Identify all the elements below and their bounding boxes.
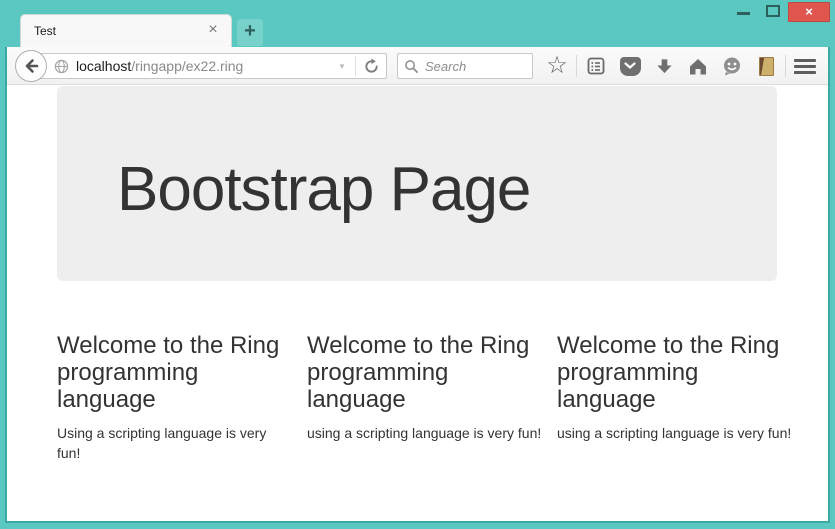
pocket-button[interactable]	[613, 50, 647, 82]
menu-button[interactable]	[788, 50, 822, 82]
column-heading: Welcome to the Ring programming language	[557, 332, 792, 413]
new-tab-button[interactable]: +	[237, 19, 263, 46]
title-bar: Test × + ×	[0, 0, 835, 47]
hello-button[interactable]	[715, 50, 749, 82]
toolbar-icons: ☆	[540, 47, 822, 85]
bookmark-star-button[interactable]: ☆	[540, 50, 574, 82]
reload-icon	[363, 58, 380, 75]
url-domain: localhost	[76, 58, 131, 74]
column-text: using a scripting language is very fun!	[557, 423, 792, 443]
home-icon	[688, 57, 708, 76]
browser-window: Test × + × l	[0, 0, 835, 529]
globe-icon	[54, 59, 69, 74]
navigation-toolbar: localhost/ringapp/ex22.ring ▼	[7, 47, 828, 85]
reload-button[interactable]	[356, 58, 386, 75]
bookmark-star-icon: ☆	[546, 55, 568, 77]
bookmarks-menu-button[interactable]	[579, 50, 613, 82]
maximize-button[interactable]	[766, 5, 780, 17]
page-title: Bootstrap Page	[117, 154, 530, 225]
window-frame: localhost/ringapp/ex22.ring ▼	[5, 47, 830, 523]
search-input[interactable]	[425, 59, 526, 74]
url-dropdown-icon[interactable]: ▼	[329, 62, 355, 71]
url-path: /ringapp/ex22.ring	[131, 58, 243, 74]
feature-column-3: Welcome to the Ring programming language…	[557, 332, 792, 443]
tab-close-icon[interactable]: ×	[203, 19, 223, 41]
jumbotron: Bootstrap Page	[57, 86, 777, 281]
bookmarks-clipboard-icon	[586, 56, 606, 76]
tab-title: Test	[34, 24, 56, 38]
home-button[interactable]	[681, 50, 715, 82]
toolbar-separator	[785, 55, 786, 77]
toolbar-separator	[576, 55, 577, 77]
pocket-icon	[620, 57, 641, 76]
browser-tab[interactable]: Test ×	[20, 14, 232, 47]
close-button[interactable]: ×	[788, 2, 830, 22]
back-arrow-icon	[22, 57, 40, 75]
download-arrow-icon	[655, 57, 674, 76]
feature-column-1: Welcome to the Ring programming language…	[57, 332, 292, 463]
column-heading: Welcome to the Ring programming language	[307, 332, 542, 413]
back-button[interactable]	[15, 50, 47, 82]
minimize-button[interactable]	[737, 12, 750, 15]
download-button[interactable]	[647, 50, 681, 82]
column-heading: Welcome to the Ring programming language	[57, 332, 292, 413]
search-icon	[404, 59, 419, 74]
addon-button[interactable]	[749, 50, 783, 82]
hamburger-menu-icon	[794, 59, 816, 74]
url-bar[interactable]: localhost/ringapp/ex22.ring ▼	[31, 53, 387, 79]
column-text: using a scripting language is very fun!	[307, 423, 542, 443]
page-content: Bootstrap Page Welcome to the Ring progr…	[7, 85, 828, 521]
book-addon-icon	[759, 57, 774, 76]
hello-smiley-icon	[722, 56, 742, 76]
feature-column-2: Welcome to the Ring programming language…	[307, 332, 542, 443]
column-text: Using a scripting language is very fun!	[57, 423, 292, 463]
search-box[interactable]	[397, 53, 533, 79]
